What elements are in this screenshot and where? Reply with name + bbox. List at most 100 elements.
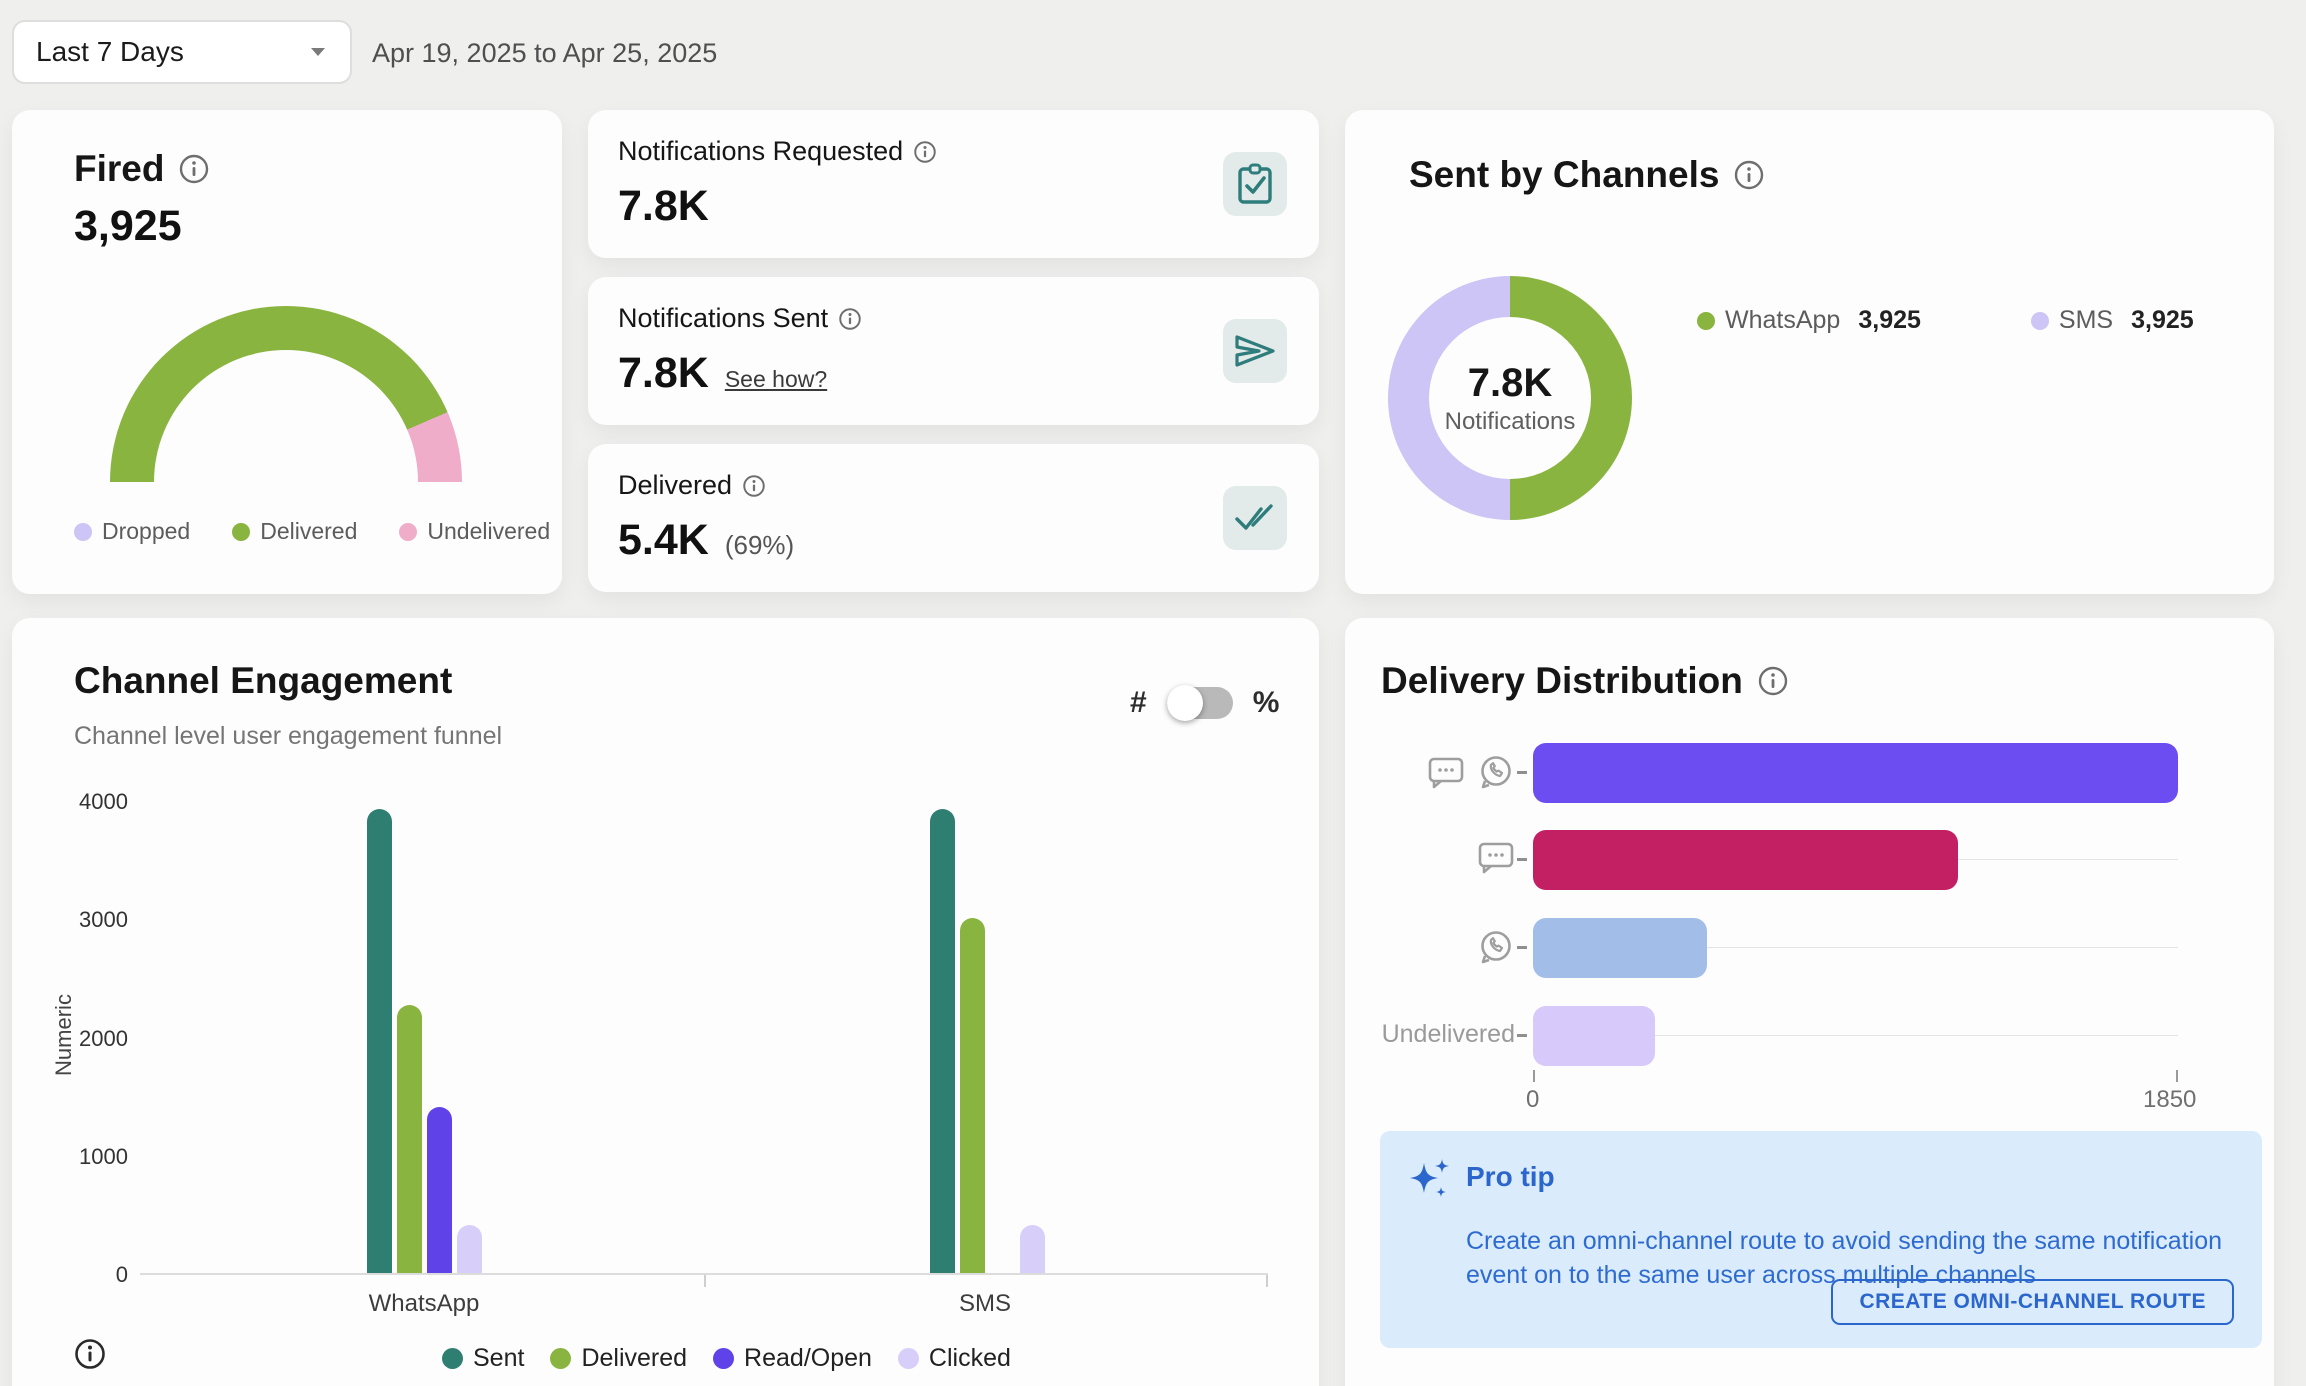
axis-tick — [1266, 1275, 1268, 1287]
send-icon — [1233, 333, 1277, 369]
info-icon — [74, 1338, 106, 1370]
legend-item-clicked[interactable]: Clicked — [898, 1344, 1011, 1373]
dropped-label: Dropped — [102, 518, 190, 545]
legend-dot — [713, 1348, 734, 1369]
info-icon[interactable] — [1733, 159, 1765, 191]
fired-value: 3,925 — [74, 202, 182, 251]
notifications-requested-value: 7.8K — [618, 182, 709, 231]
channels-donut-center: 7.8K Notifications — [1429, 317, 1591, 479]
delivered-title-row: Delivered — [618, 470, 766, 501]
fired-title-row: Fired — [74, 148, 210, 190]
toggle-knob[interactable] — [1167, 685, 1203, 721]
double-check-tile — [1223, 486, 1287, 550]
chart-info[interactable] — [74, 1338, 106, 1370]
clipboard-tile — [1223, 152, 1287, 216]
delivery-row-icons — [1345, 840, 1515, 874]
dropped-dot — [74, 523, 92, 541]
legend-item-undelivered[interactable]: Undelivered — [399, 518, 550, 545]
legend-item-readopen[interactable]: Read/Open — [713, 1344, 872, 1373]
see-how-link[interactable]: See how? — [725, 366, 827, 393]
notifications-sent-title: Notifications Sent — [618, 303, 828, 334]
double-check-icon — [1233, 501, 1277, 535]
delivered-value: 5.4K — [618, 516, 709, 565]
sent-by-channels-title-row: Sent by Channels — [1409, 154, 1765, 196]
delivery-row-icons — [1345, 928, 1515, 966]
delivery-distribution-card: Delivery Distribution — [1345, 618, 2274, 1386]
date-range-dropdown-label: Last 7 Days — [36, 36, 184, 68]
legend-item-delivered[interactable]: Delivered — [232, 518, 357, 545]
info-icon[interactable] — [1757, 665, 1789, 697]
legend-dot — [550, 1348, 571, 1369]
sms-label: SMS — [2059, 306, 2113, 335]
delivered-percent: (69%) — [725, 530, 794, 561]
delivery-row-omni — [1345, 743, 2274, 803]
category-label-whatsapp: WhatsApp — [369, 1290, 480, 1318]
legend-label: Read/Open — [744, 1344, 872, 1373]
fired-legend: Dropped Delivered Undelivered — [74, 518, 550, 545]
delivery-bar — [1533, 1006, 1655, 1066]
y-tick-label: 4000 — [58, 789, 128, 815]
unit-toggle-row: # % — [1130, 686, 1279, 720]
legend-label: Clicked — [929, 1344, 1011, 1373]
legend-item-delivered[interactable]: Delivered — [550, 1344, 687, 1373]
send-tile — [1223, 319, 1287, 383]
undelivered-dot — [399, 523, 417, 541]
numeric-mode-label[interactable]: # — [1130, 686, 1147, 720]
delivery-row-undelivered: Undelivered — [1345, 1006, 2274, 1066]
delivery-row-sms — [1345, 830, 2274, 890]
bar-sms-clicked — [1020, 1225, 1045, 1273]
y-tick-label: 3000 — [58, 907, 128, 933]
sms-count: 3,925 — [2131, 306, 2194, 335]
info-icon[interactable] — [742, 474, 766, 498]
fired-gauge — [110, 306, 462, 482]
channels-total-label: Notifications — [1445, 408, 1576, 436]
delivery-row-icons — [1345, 753, 1515, 791]
axis-tick — [2176, 1070, 2178, 1082]
delivery-title-row: Delivery Distribution — [1381, 660, 1789, 702]
delivered-dot — [232, 523, 250, 541]
legend-item-dropped[interactable]: Dropped — [74, 518, 190, 545]
y-tick-label: 2000 — [58, 1026, 128, 1052]
whatsapp-count: 3,925 — [1858, 306, 1921, 335]
delivered-label: Delivered — [260, 518, 357, 545]
channel-engagement-card: Channel Engagement Channel level user en… — [12, 618, 1319, 1386]
sparkles-icon — [1408, 1155, 1454, 1203]
info-icon[interactable] — [178, 153, 210, 185]
legend-item-sms[interactable]: SMS 3,925 — [2031, 306, 2194, 335]
channels-legend: WhatsApp 3,925 SMS 3,925 — [1697, 306, 2194, 335]
engagement-legend: Sent Delivered Read/Open Clicked — [442, 1344, 1011, 1373]
legend-label: Delivered — [581, 1344, 687, 1373]
info-icon[interactable] — [913, 140, 937, 164]
legend-item-sent[interactable]: Sent — [442, 1344, 524, 1373]
create-omni-channel-route-button[interactable]: CREATE OMNI-CHANNEL ROUTE — [1831, 1279, 2234, 1325]
chevron-down-icon — [308, 45, 328, 59]
undelivered-row-label: Undelivered — [1345, 1020, 1515, 1049]
whatsapp-icon — [1477, 928, 1515, 966]
fired-card: Fired 3,925 Dropped Delivered Undelivere… — [12, 110, 562, 594]
pro-tip-title: Pro tip — [1466, 1161, 1555, 1193]
y-tick-label: 0 — [58, 1262, 128, 1288]
sent-by-channels-title: Sent by Channels — [1409, 154, 1719, 196]
axis-tick — [1533, 1070, 1535, 1082]
bar-sms-delivered — [960, 918, 985, 1273]
sms-dot — [2031, 312, 2049, 330]
notifications-requested-title: Notifications Requested — [618, 136, 903, 167]
axis-tick — [1517, 1034, 1527, 1037]
undelivered-label: Undelivered — [427, 518, 550, 545]
notifications-sent-title-row: Notifications Sent — [618, 303, 862, 334]
pro-tip-text-line1: Create an omni-channel route to avoid se… — [1466, 1227, 2222, 1256]
delivery-bar — [1533, 743, 2178, 803]
legend-item-whatsapp[interactable]: WhatsApp 3,925 — [1697, 306, 1921, 335]
whatsapp-label: WhatsApp — [1725, 306, 1840, 335]
date-range-dropdown[interactable]: Last 7 Days — [12, 20, 352, 84]
whatsapp-dot — [1697, 312, 1715, 330]
notifications-requested-card: Notifications Requested 7.8K — [588, 110, 1319, 258]
axis-tick — [1517, 946, 1527, 949]
info-icon[interactable] — [838, 307, 862, 331]
dashboard: Last 7 Days Apr 19, 2025 to Apr 25, 2025… — [0, 0, 2306, 1386]
percent-mode-label[interactable]: % — [1253, 686, 1280, 720]
delivery-bar — [1533, 830, 1958, 890]
bar-whatsapp-delivered — [397, 1005, 422, 1273]
delivery-row-whatsapp — [1345, 918, 2274, 978]
unit-toggle[interactable] — [1167, 687, 1233, 719]
